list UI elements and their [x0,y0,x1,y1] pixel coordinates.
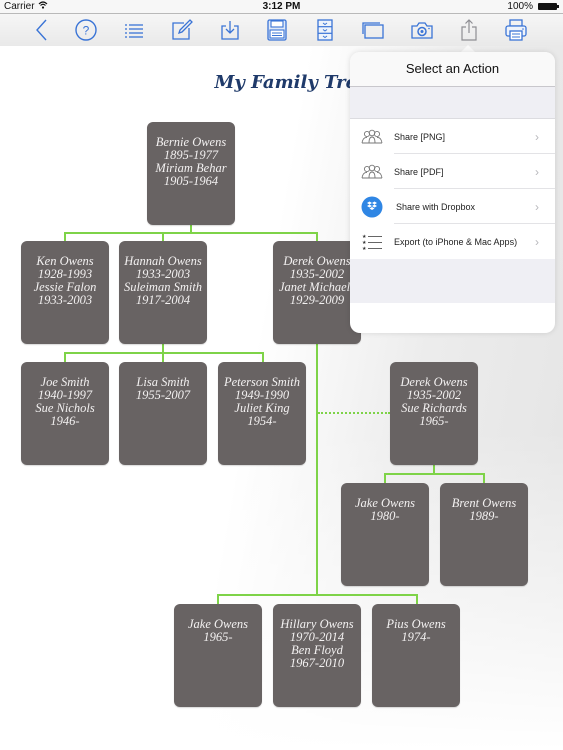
chevron-right-icon: › [535,164,539,179]
export-apps-label: Export (to iPhone & Mac Apps) [394,236,518,247]
connector-line [262,352,264,362]
spouse-years: 1967-2010 [289,656,345,670]
download-tray-icon [221,21,239,40]
connector-line [316,232,318,241]
people-group-icon [350,164,394,180]
popover-title: Select an Action [350,52,555,87]
help-button[interactable]: ? [73,18,99,42]
spouse-years: 1929-2009 [289,293,345,307]
share-pdf-item[interactable]: Share [PDF] › [350,154,555,189]
share-pdf-label: Share [PDF] [394,166,444,177]
svg-text:★: ★ [362,246,367,250]
spouse-years: 1905-1964 [163,174,219,188]
spouse-years: 1965- [419,414,449,428]
edit-button[interactable] [169,18,195,42]
share-dropbox-label: Share with Dropbox [396,201,476,212]
export-apps-item[interactable]: ★ ★ ★ Export (to iPhone & Mac Apps) › [350,224,555,259]
starred-list-icon: ★ ★ ★ [350,234,394,250]
chevron-left-icon [36,19,47,41]
spouse-years: 1954- [247,414,277,428]
floppy-disk-icon [267,19,287,41]
svg-text:?: ? [83,24,90,38]
action-popover: Select an Action Share [PNG] › Share [PD… [350,52,555,333]
connector-line [162,352,164,362]
person-years: 1989- [469,509,499,523]
person-years: 1965- [203,630,233,644]
question-circle-icon: ? [75,19,97,41]
spouse-years: 1946- [50,414,80,428]
file-cabinet-button[interactable] [312,18,338,42]
status-bar: Carrier 3:12 PM 100% [0,0,563,14]
connector-line [384,473,386,483]
connector-line [65,232,318,234]
people-group-icon [350,129,394,145]
chevron-right-icon: › [535,129,539,144]
person-card-pius-owens[interactable]: Pius Owens 1974- [372,604,460,707]
person-card-hillary-owens[interactable]: Hillary Owens 1970-2014 Ben Floyd 1967-2… [273,604,361,707]
clock: 3:12 PM [262,1,301,12]
connector-line [217,594,219,604]
person-card-ken-owens[interactable]: Ken Owens 1928-1993 Jessie Falon 1933-20… [21,241,109,344]
stacked-windows-icon [362,22,384,39]
spouse-years: 1917-2004 [135,293,191,307]
connector-line [416,594,418,604]
toolbar: ? [0,14,563,46]
connector-line [64,352,66,362]
person-card-derek-owens[interactable]: Derek Owens 1935-2002 Janet Michaels 192… [273,241,361,344]
connector-line [64,352,264,354]
connector-line [316,344,318,594]
connector-line [64,232,66,241]
share-icon [461,19,477,41]
person-card-peterson-smith[interactable]: Peterson Smith 1949-1990 Juliet King 195… [218,362,306,465]
windows-button[interactable] [360,18,386,42]
popover-section-gap [350,87,555,119]
person-years: 1980- [370,509,400,523]
chevron-right-icon: › [535,199,539,214]
popover-footer-gap [350,259,555,303]
person-card-joe-smith[interactable]: Joe Smith 1940-1997 Sue Nichols 1946- [21,362,109,465]
battery-percent: 100% [507,1,533,12]
person-card-jake-owens-1965[interactable]: Jake Owens 1965- [174,604,262,707]
share-dropbox-item[interactable]: Share with Dropbox › [350,189,555,224]
print-button[interactable] [503,18,529,42]
camera-icon [411,22,433,39]
spouse-years: 1933-2003 [37,293,93,307]
person-card-jake-owens-1980[interactable]: Jake Owens 1980- [341,483,429,586]
file-cabinet-icon [317,19,333,41]
import-button[interactable] [217,18,243,42]
camera-button[interactable] [409,18,435,42]
person-years: 1955-2007 [135,388,191,402]
share-png-item[interactable]: Share [PNG] › [350,119,555,154]
connector-line [217,594,418,596]
person-card-bernie-owens[interactable]: Bernie Owens 1895-1977 Miriam Behar 1905… [147,122,235,225]
list-button[interactable] [121,18,147,42]
connector-line [162,232,164,241]
pencil-square-icon [172,19,193,40]
dropbox-icon [350,196,394,218]
share-png-label: Share [PNG] [394,131,446,142]
person-card-brent-owens[interactable]: Brent Owens 1989- [440,483,528,586]
person-card-derek-owens-second-marriage[interactable]: Derek Owens 1935-2002 Sue Richards 1965- [390,362,478,465]
person-card-hannah-owens[interactable]: Hannah Owens 1933-2003 Suleiman Smith 19… [119,241,207,344]
printer-icon [505,19,527,41]
share-button[interactable] [456,18,482,42]
chevron-right-icon: › [535,234,539,249]
spouse-dotted-connector [318,412,390,414]
list-icon [125,24,143,38]
person-years: 1974- [401,630,431,644]
connector-line [384,473,485,475]
person-card-lisa-smith[interactable]: Lisa Smith 1955-2007 [119,362,207,465]
battery-icon [538,3,559,10]
back-button[interactable] [29,18,55,42]
connector-line [483,473,485,483]
save-button[interactable] [264,18,290,42]
